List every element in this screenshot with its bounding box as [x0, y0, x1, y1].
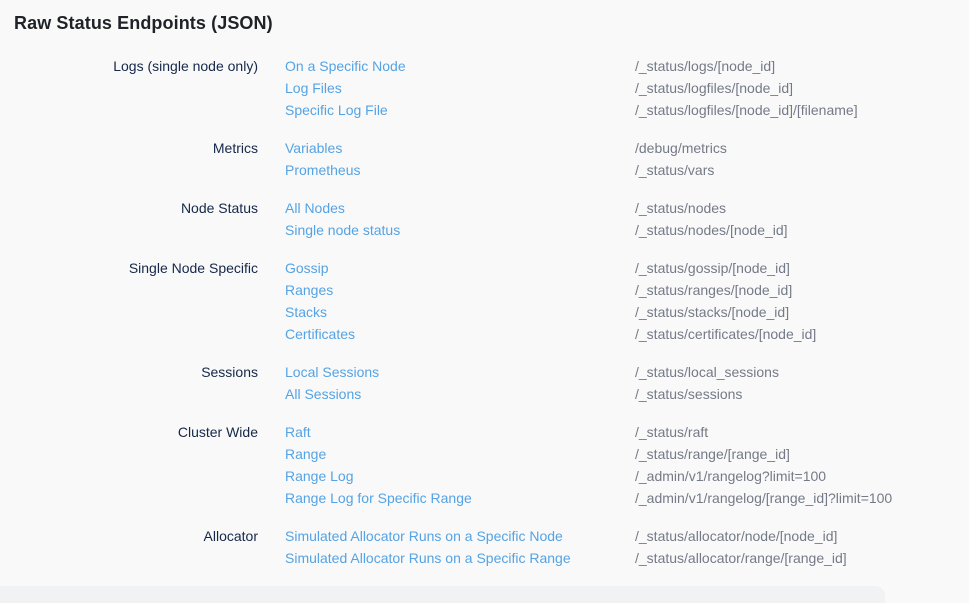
endpoint-link[interactable]: Stacks — [285, 301, 635, 323]
section-rows: On a Specific Node /_status/logs/[node_i… — [285, 55, 969, 121]
endpoint-link[interactable]: Log Files — [285, 77, 635, 99]
endpoint-path: /_status/gossip/[node_id] — [635, 257, 969, 279]
section-rows: Simulated Allocator Runs on a Specific N… — [285, 525, 969, 569]
section-label: Sessions — [14, 361, 258, 383]
section-label: Single Node Specific — [14, 257, 258, 279]
endpoint-path: /_status/allocator/range/[range_id] — [635, 547, 969, 569]
section-rows: Variables /debug/metrics Prometheus /_st… — [285, 137, 969, 181]
section-label: Node Status — [14, 197, 258, 219]
endpoint-path: /_status/nodes — [635, 197, 969, 219]
endpoint-link[interactable]: Raft — [285, 421, 635, 443]
endpoint-path: /_admin/v1/rangelog/[range_id]?limit=100 — [635, 487, 969, 509]
endpoint-path: /_status/nodes/[node_id] — [635, 219, 969, 241]
endpoint-path: /_status/ranges/[node_id] — [635, 279, 969, 301]
section-rows: Raft /_status/raft Range /_status/range/… — [285, 421, 969, 509]
endpoint-row: All Sessions /_status/sessions — [285, 383, 969, 405]
endpoint-row: Log Files /_status/logfiles/[node_id] — [285, 77, 969, 99]
endpoint-sections: Logs (single node only) On a Specific No… — [0, 55, 969, 569]
endpoint-path: /_status/logfiles/[node_id]/[filename] — [635, 99, 969, 121]
endpoint-link[interactable]: Range — [285, 443, 635, 465]
endpoint-section: Node Status All Nodes /_status/nodes Sin… — [14, 197, 969, 241]
endpoint-section: Sessions Local Sessions /_status/local_s… — [14, 361, 969, 405]
endpoint-path: /_status/allocator/node/[node_id] — [635, 525, 969, 547]
endpoint-link[interactable]: Specific Log File — [285, 99, 635, 121]
section-rows: Local Sessions /_status/local_sessions A… — [285, 361, 969, 405]
endpoint-path: /_status/raft — [635, 421, 969, 443]
endpoint-row: Ranges /_status/ranges/[node_id] — [285, 279, 969, 301]
endpoint-link[interactable]: All Sessions — [285, 383, 635, 405]
endpoint-path: /_status/stacks/[node_id] — [635, 301, 969, 323]
endpoint-link[interactable]: Certificates — [285, 323, 635, 345]
debug-page: Raw Status Endpoints (JSON) Logs (single… — [0, 0, 969, 603]
section-label: Cluster Wide — [14, 421, 258, 443]
endpoint-row: All Nodes /_status/nodes — [285, 197, 969, 219]
endpoint-path: /_status/vars — [635, 159, 969, 181]
endpoint-link[interactable]: Gossip — [285, 257, 635, 279]
endpoint-link[interactable]: Ranges — [285, 279, 635, 301]
endpoint-row: Stacks /_status/stacks/[node_id] — [285, 301, 969, 323]
endpoint-row: Raft /_status/raft — [285, 421, 969, 443]
section-label: Metrics — [14, 137, 258, 159]
endpoint-link[interactable]: All Nodes — [285, 197, 635, 219]
footer-strip — [0, 586, 885, 603]
endpoint-row: Simulated Allocator Runs on a Specific R… — [285, 547, 969, 569]
endpoint-path: /_status/sessions — [635, 383, 969, 405]
section-rows: Gossip /_status/gossip/[node_id] Ranges … — [285, 257, 969, 345]
endpoint-path: /_admin/v1/rangelog?limit=100 — [635, 465, 969, 487]
endpoint-link[interactable]: Simulated Allocator Runs on a Specific R… — [285, 547, 635, 569]
section-label: Allocator — [14, 525, 258, 547]
endpoint-row: Prometheus /_status/vars — [285, 159, 969, 181]
endpoint-link[interactable]: Simulated Allocator Runs on a Specific N… — [285, 525, 635, 547]
endpoint-path: /_status/certificates/[node_id] — [635, 323, 969, 345]
endpoint-path: /_status/logfiles/[node_id] — [635, 77, 969, 99]
endpoint-path: /_status/local_sessions — [635, 361, 969, 383]
endpoint-path: /_status/logs/[node_id] — [635, 55, 969, 77]
endpoint-section: Cluster Wide Raft /_status/raft Range /_… — [14, 421, 969, 509]
endpoint-link[interactable]: Range Log — [285, 465, 635, 487]
endpoint-link[interactable]: Single node status — [285, 219, 635, 241]
endpoint-row: Local Sessions /_status/local_sessions — [285, 361, 969, 383]
endpoint-link[interactable]: Prometheus — [285, 159, 635, 181]
endpoint-row: Range Log for Specific Range /_admin/v1/… — [285, 487, 969, 509]
endpoint-link[interactable]: Variables — [285, 137, 635, 159]
endpoint-link[interactable]: On a Specific Node — [285, 55, 635, 77]
endpoint-section: Allocator Simulated Allocator Runs on a … — [14, 525, 969, 569]
endpoint-row: Single node status /_status/nodes/[node_… — [285, 219, 969, 241]
endpoint-section: Single Node Specific Gossip /_status/gos… — [14, 257, 969, 345]
page-title: Raw Status Endpoints (JSON) — [0, 0, 969, 35]
endpoint-section: Logs (single node only) On a Specific No… — [14, 55, 969, 121]
endpoint-path: /debug/metrics — [635, 137, 969, 159]
endpoint-row: Specific Log File /_status/logfiles/[nod… — [285, 99, 969, 121]
endpoint-path: /_status/range/[range_id] — [635, 443, 969, 465]
endpoint-row: Range Log /_admin/v1/rangelog?limit=100 — [285, 465, 969, 487]
endpoint-link[interactable]: Local Sessions — [285, 361, 635, 383]
section-label: Logs (single node only) — [14, 55, 258, 77]
endpoint-section: Metrics Variables /debug/metrics Prometh… — [14, 137, 969, 181]
section-rows: All Nodes /_status/nodes Single node sta… — [285, 197, 969, 241]
endpoint-row: Simulated Allocator Runs on a Specific N… — [285, 525, 969, 547]
endpoint-row: Certificates /_status/certificates/[node… — [285, 323, 969, 345]
endpoint-row: Variables /debug/metrics — [285, 137, 969, 159]
endpoint-link[interactable]: Range Log for Specific Range — [285, 487, 635, 509]
endpoint-row: Gossip /_status/gossip/[node_id] — [285, 257, 969, 279]
endpoint-row: On a Specific Node /_status/logs/[node_i… — [285, 55, 969, 77]
endpoint-row: Range /_status/range/[range_id] — [285, 443, 969, 465]
